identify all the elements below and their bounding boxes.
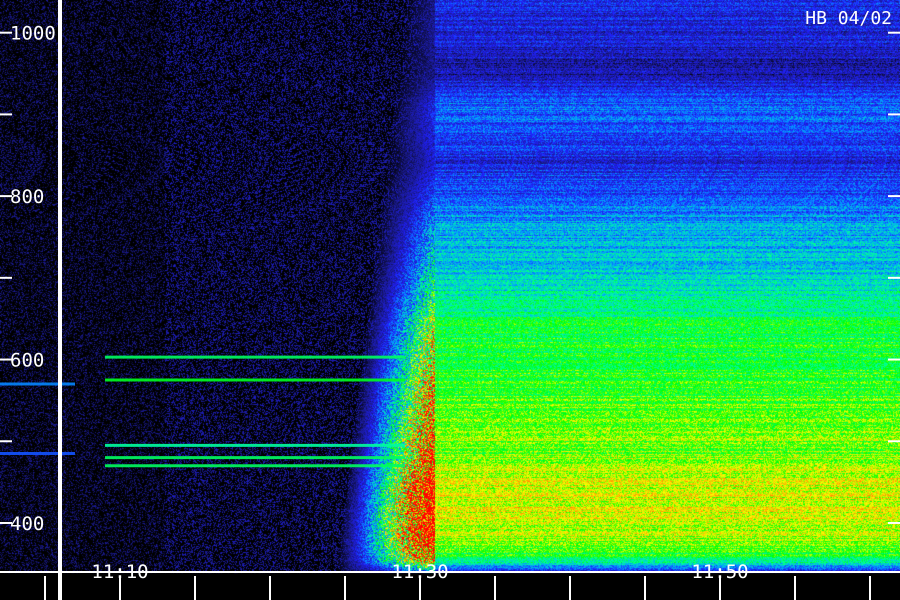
- spectrogram-heatmap: [0, 0, 900, 600]
- x-tick-label: 11:50: [691, 561, 748, 583]
- y-tick-label: 1000: [10, 23, 56, 45]
- y-tick-label: 400: [10, 513, 44, 535]
- x-tick-label: 11:10: [91, 561, 148, 583]
- y-tick-label: 800: [10, 186, 44, 208]
- x-tick-label: 11:30: [391, 561, 448, 583]
- chart-title: HB 04/02: [805, 8, 892, 29]
- y-tick-label: 600: [10, 350, 44, 372]
- spectrogram-chart: 1000 800 600 400 11:10 11:30 11:50 HB 04/02: [0, 0, 900, 600]
